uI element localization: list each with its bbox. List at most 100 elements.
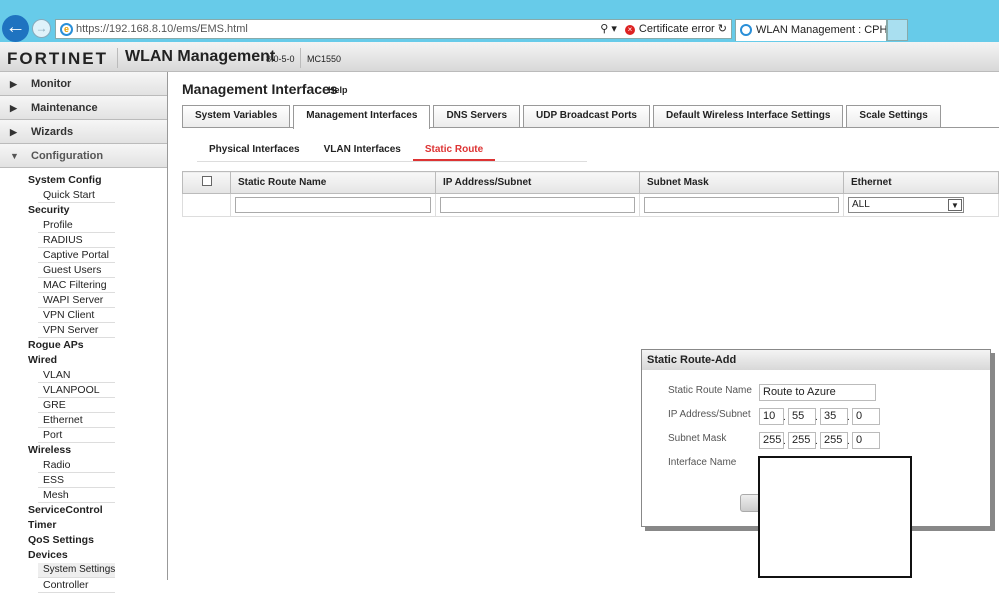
triangle-right-icon: ▶: [10, 79, 17, 89]
tree-item[interactable]: MAC Filtering: [38, 278, 115, 293]
octet-dot: .: [847, 412, 850, 423]
sidebar-section-configuration[interactable]: ▼ Configuration: [0, 144, 167, 168]
sidebar-section-label: Wizards: [31, 126, 74, 138]
chevron-down-icon: ▼: [948, 199, 962, 211]
tab-item[interactable]: Management Interfaces: [293, 105, 431, 129]
octet-dot: .: [783, 436, 786, 447]
tree-item[interactable]: Port: [38, 428, 115, 443]
col-subnet-mask[interactable]: Subnet Mask: [639, 171, 844, 194]
tab-item[interactable]: Scale Settings: [846, 105, 941, 127]
subtab-bar: Physical Interfaces VLAN Interfaces Static…: [197, 142, 587, 162]
tree-group[interactable]: ServiceControl: [0, 503, 167, 518]
ie-icon: e: [60, 23, 73, 36]
sidebar-section-monitor[interactable]: ▶ Monitor: [0, 72, 167, 96]
static-route-name-input[interactable]: Route to Azure: [759, 384, 876, 401]
new-tab-button[interactable]: [887, 19, 908, 41]
browser-chrome: ← → e https://192.168.8.10/ems/EMS.html …: [0, 0, 999, 42]
col-ethernet[interactable]: Ethernet: [843, 171, 999, 194]
select-all-checkbox[interactable]: [201, 176, 212, 186]
tree-item[interactable]: GRE: [38, 398, 115, 413]
back-button[interactable]: ←: [2, 15, 29, 42]
tree-group[interactable]: Wired: [0, 353, 167, 368]
tab-item[interactable]: UDP Broadcast Ports: [523, 105, 650, 127]
tree-item[interactable]: System Settings: [38, 563, 115, 578]
tab-bar: System Variables Management Interfaces DNS…: [182, 105, 999, 129]
octet-dot: .: [815, 436, 818, 447]
static-route-table: Static Route Name IP Address/Subnet Subn…: [182, 171, 999, 217]
tab-item[interactable]: Default Wireless Interface Settings: [653, 105, 844, 127]
app-header: FORTINET WLAN Management 8.0-5-0 MC1550: [0, 42, 999, 72]
tab-title: WLAN Management : CPH-...: [756, 24, 887, 36]
col-ip-address[interactable]: IP Address/Subnet: [435, 171, 640, 194]
mask-octet-2[interactable]: 255: [788, 432, 816, 449]
mask-label: Subnet Mask: [668, 433, 727, 444]
sidebar-section-label: Configuration: [31, 150, 104, 162]
tree-group[interactable]: Devices: [0, 548, 167, 563]
search-icon[interactable]: ⚲ ▾: [600, 23, 617, 35]
tree-item[interactable]: RADIUS: [38, 233, 115, 248]
tree-item[interactable]: Quick Start: [38, 188, 115, 203]
subtab-item[interactable]: VLAN Interfaces: [312, 142, 413, 161]
tab-item[interactable]: DNS Servers: [433, 105, 521, 127]
tree-item[interactable]: WAPI Server: [38, 293, 115, 308]
tree-item[interactable]: ESS: [38, 473, 115, 488]
ip-octet-4[interactable]: 0: [852, 408, 880, 425]
tree-item[interactable]: VPN Client: [38, 308, 115, 323]
help-link[interactable]: Help: [328, 85, 348, 95]
ip-octet-3[interactable]: 35: [820, 408, 848, 425]
ip-label: IP Address/Subnet: [668, 409, 751, 420]
refresh-icon[interactable]: ↻: [718, 23, 727, 35]
tree-group[interactable]: Timer: [0, 518, 167, 533]
config-tree: System Config Quick Start Security Profile R…: [0, 168, 167, 593]
filter-name-input[interactable]: [235, 197, 431, 213]
triangle-right-icon: ▶: [10, 127, 17, 137]
forward-button[interactable]: →: [32, 19, 51, 38]
sidebar: ▶ Monitor ▶ Maintenance ▶ Wizards ▼ Configurati…: [0, 72, 168, 593]
ip-octet-1[interactable]: 10: [759, 408, 784, 425]
url-text: https://192.168.8.10/ems/EMS.html: [76, 23, 248, 35]
mask-octet-1[interactable]: 255: [759, 432, 784, 449]
sidebar-section-maintenance[interactable]: ▶ Maintenance: [0, 96, 167, 120]
tree-group[interactable]: QoS Settings: [0, 533, 167, 548]
tree-item[interactable]: VPN Server: [38, 323, 115, 338]
subtab-item[interactable]: Static Route: [412, 142, 496, 161]
triangle-right-icon: ▶: [10, 103, 17, 113]
app-name: WLAN Management: [125, 48, 276, 65]
interface-label: Interface Name: [668, 457, 737, 468]
address-bar[interactable]: e https://192.168.8.10/ems/EMS.html ⚲ ▾ ×…: [55, 19, 732, 39]
tree-item[interactable]: Captive Portal: [38, 248, 115, 263]
tab-item[interactable]: System Variables: [182, 105, 291, 127]
tree-item[interactable]: Radio: [38, 458, 115, 473]
tree-group[interactable]: Rogue APs: [0, 338, 167, 353]
tree-item[interactable]: VLAN: [38, 368, 115, 383]
tree-group[interactable]: System Config: [0, 173, 167, 188]
octet-dot: .: [783, 412, 786, 423]
ethernet-value: ALL: [852, 199, 870, 210]
tree-group[interactable]: Security: [0, 203, 167, 218]
tree-item[interactable]: Ethernet: [38, 413, 115, 428]
col-static-route-name[interactable]: Static Route Name: [230, 171, 436, 194]
tree-item[interactable]: VLANPOOL: [38, 383, 115, 398]
interface-dropdown-list[interactable]: [758, 456, 912, 578]
cert-error-icon: ×: [624, 25, 635, 35]
sidebar-section-wizards[interactable]: ▶ Wizards: [0, 120, 167, 144]
name-label: Static Route Name: [668, 385, 752, 396]
filter-mask-input[interactable]: [644, 197, 839, 213]
cert-error[interactable]: Certificate error: [639, 23, 715, 35]
filter-ip-input[interactable]: [440, 197, 635, 213]
sidebar-section-label: Monitor: [31, 78, 72, 90]
tree-group[interactable]: Wireless: [0, 443, 167, 458]
mask-octet-4[interactable]: 0: [852, 432, 880, 449]
page-title: Management Interfaces: [182, 81, 338, 97]
tree-item[interactable]: Profile: [38, 218, 115, 233]
table-header: Static Route Name IP Address/Subnet Subn…: [182, 171, 999, 194]
tree-item[interactable]: Guest Users: [38, 263, 115, 278]
mask-octet-3[interactable]: 255: [820, 432, 848, 449]
ethernet-filter-select[interactable]: ALL ▼: [848, 197, 964, 213]
ip-octet-2[interactable]: 55: [788, 408, 816, 425]
dialog-title: Static Route-Add: [642, 350, 990, 370]
tree-item[interactable]: Controller: [38, 578, 115, 593]
browser-tab[interactable]: WLAN Management : CPH-...: [735, 19, 887, 41]
subtab-item[interactable]: Physical Interfaces: [197, 142, 312, 161]
tree-item[interactable]: Mesh: [38, 488, 115, 503]
